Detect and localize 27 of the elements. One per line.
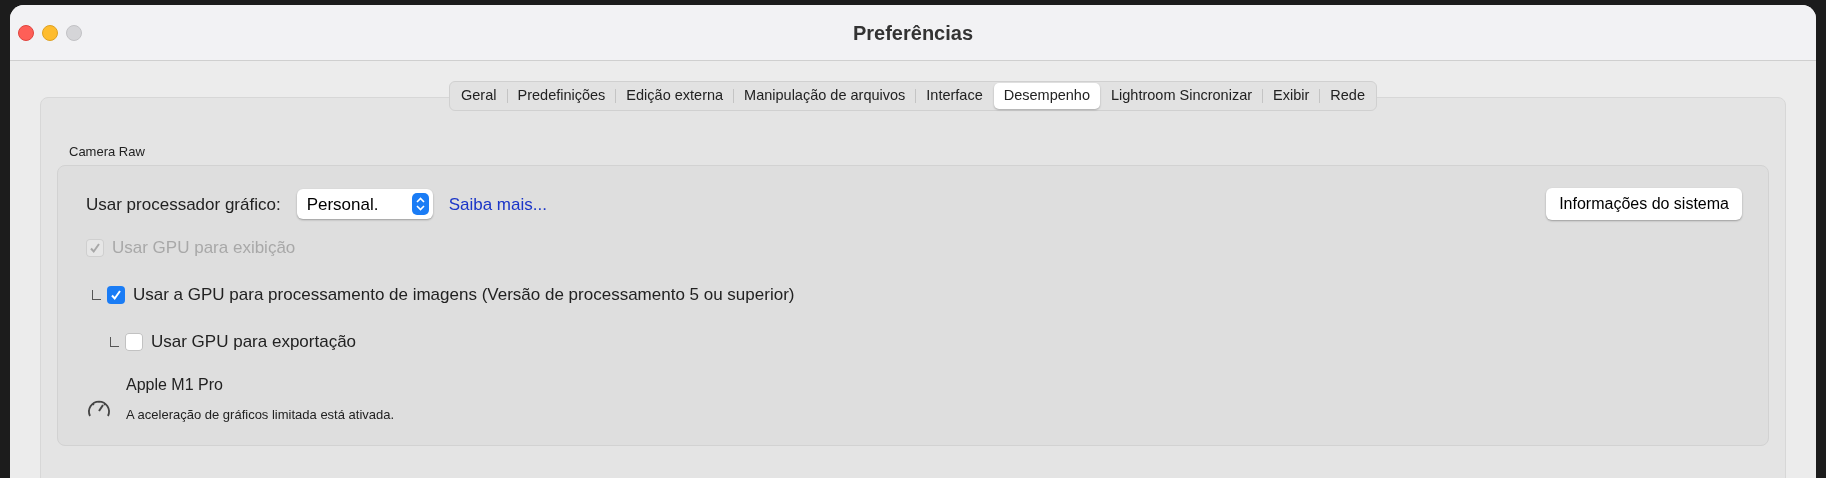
stepper-icon xyxy=(411,193,429,216)
tree-connector xyxy=(110,336,119,347)
checkmark-icon xyxy=(89,241,101,254)
gpu-status: A aceleração de gráficos limitada está ativada. xyxy=(126,406,395,425)
learn-more-link[interactable]: Saiba mais... xyxy=(448,191,547,217)
tab[interactable]: Exibir xyxy=(1263,83,1320,109)
minimize-button[interactable] xyxy=(42,25,58,41)
tab[interactable]: Lightroom Sincronizar xyxy=(1101,83,1263,109)
tab[interactable]: Geral xyxy=(451,83,507,109)
gpu-name: Apple M1 Pro xyxy=(126,375,224,396)
window-title: Preferências xyxy=(852,21,974,44)
system-info-button[interactable]: Informações do sistema xyxy=(1546,188,1742,221)
tab[interactable]: Desempenho xyxy=(993,83,1100,109)
tab[interactable]: Manipulação de arquivos xyxy=(734,83,916,109)
tab[interactable]: Edição externa xyxy=(616,83,734,109)
field-label: Usar processador gráfico: xyxy=(86,193,281,216)
section-title: Camera Raw xyxy=(69,142,146,161)
processor-dropdown[interactable]: Personal. xyxy=(296,189,433,220)
checkbox-label: Usar a GPU para processamento de imagens (Versão de processamento 5 ou superior) xyxy=(133,284,795,306)
tab[interactable]: Rede xyxy=(1320,83,1375,109)
checkmark-icon xyxy=(110,288,122,301)
tab[interactable]: Interface xyxy=(916,83,993,109)
tree-connector xyxy=(92,289,101,300)
tab[interactable]: Predefinições xyxy=(507,83,616,109)
close-button[interactable] xyxy=(18,25,34,41)
zoom-button[interactable] xyxy=(66,25,82,41)
checkbox-label: Usar GPU para exportação xyxy=(151,331,357,353)
